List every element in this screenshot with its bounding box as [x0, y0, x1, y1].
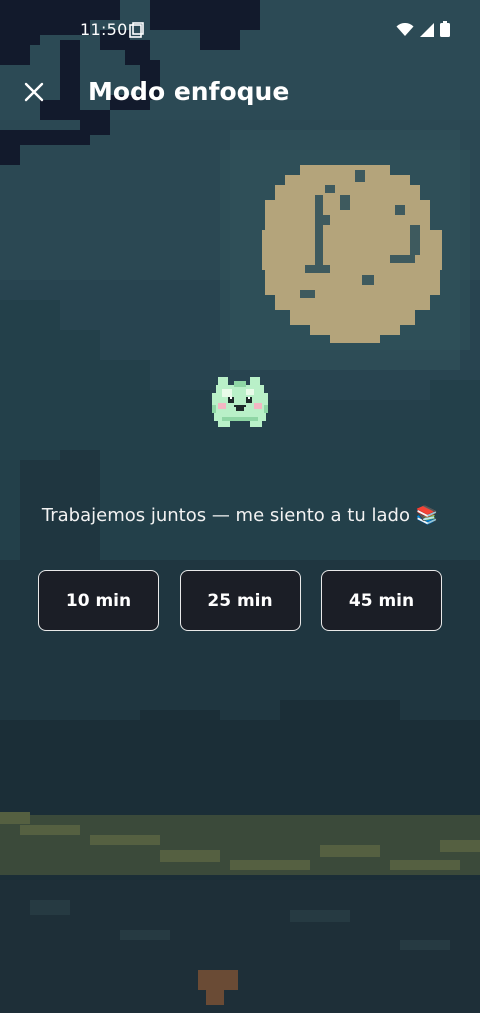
signal-icon — [420, 22, 434, 41]
app-header: Modo enfoque — [0, 62, 480, 128]
close-icon — [24, 82, 44, 106]
duration-button-25[interactable]: 25 min — [179, 570, 301, 631]
status-bar: 11:50 — [0, 0, 480, 62]
duration-options: 10 min 25 min 45 min — [38, 570, 442, 635]
battery-icon — [440, 21, 450, 41]
status-time: 11:50 — [80, 20, 128, 39]
duration-button-10[interactable]: 10 min — [38, 570, 159, 631]
wifi-icon — [396, 22, 414, 41]
notification-icon — [128, 22, 144, 38]
pet-character — [210, 375, 270, 429]
duration-button-45[interactable]: 45 min — [321, 570, 442, 631]
page-title: Modo enfoque — [88, 77, 290, 106]
close-button[interactable] — [14, 74, 54, 114]
focus-message: Trabajemos juntos — me siento a tu lado … — [41, 505, 439, 526]
